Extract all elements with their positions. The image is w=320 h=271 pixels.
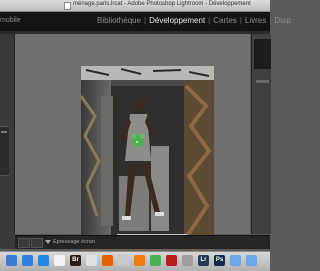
- module-tab-library[interactable]: Bibliothèque: [96, 16, 142, 25]
- module-tab-develop[interactable]: Développement: [148, 16, 206, 25]
- module-tab-map[interactable]: Cartes: [212, 16, 238, 25]
- calendar-icon[interactable]: [54, 255, 65, 266]
- chrome-icon[interactable]: [86, 255, 97, 266]
- folder-icon[interactable]: [230, 255, 241, 266]
- folder2-icon[interactable]: [246, 255, 257, 266]
- toolbar-menu-icon[interactable]: [45, 240, 51, 244]
- window-title: ménage.paris.lrcat - Adobe Photoshop Lig…: [73, 1, 251, 7]
- itunes-icon[interactable]: [118, 255, 129, 266]
- window-titlebar: ménage.paris.lrcat - Adobe Photoshop Lig…: [0, 0, 270, 12]
- before-after-button[interactable]: [31, 238, 43, 248]
- firefox-icon[interactable]: [102, 255, 113, 266]
- separator: |: [239, 16, 242, 25]
- left-panel-footer: [0, 234, 15, 249]
- right-panel[interactable]: [251, 34, 271, 234]
- module-picker-bar: mobile Bibliothèque | Développement | Cartes…: [0, 12, 291, 31]
- maps-icon[interactable]: [150, 255, 161, 266]
- left-panel[interactable]: [0, 34, 15, 234]
- firefox2-icon[interactable]: [134, 255, 145, 266]
- soft-proof-checkbox-label[interactable]: Epreuvage écran: [53, 239, 95, 245]
- develop-toolbar: Epreuvage écran: [15, 235, 270, 249]
- document-icon: [64, 2, 71, 10]
- loupe-view-button[interactable]: [18, 238, 30, 248]
- trash-full-icon[interactable]: [182, 255, 193, 266]
- acrobat-icon[interactable]: [166, 255, 177, 266]
- module-tab-book[interactable]: Livres: [244, 16, 267, 25]
- safari-icon[interactable]: [22, 255, 33, 266]
- dock: Br Lr Ps: [0, 251, 270, 271]
- photoshop-icon[interactable]: Ps: [214, 255, 225, 266]
- identity-plate: mobile: [0, 17, 21, 24]
- image-canvas[interactable]: [15, 34, 250, 266]
- finder-icon[interactable]: [6, 255, 17, 266]
- lightroom-icon[interactable]: Lr: [198, 255, 209, 266]
- bridge-icon[interactable]: Br: [70, 255, 81, 266]
- module-tab-slideshow[interactable]: Diap: [273, 16, 291, 25]
- appstore-icon[interactable]: [38, 255, 49, 266]
- histogram: [254, 39, 271, 69]
- module-nav: Bibliothèque | Développement | Cartes | Livres…: [96, 16, 292, 25]
- left-panel-marker: [1, 131, 7, 133]
- panel-slider-track[interactable]: [256, 80, 269, 83]
- left-panel-collapsed-group[interactable]: [0, 126, 9, 176]
